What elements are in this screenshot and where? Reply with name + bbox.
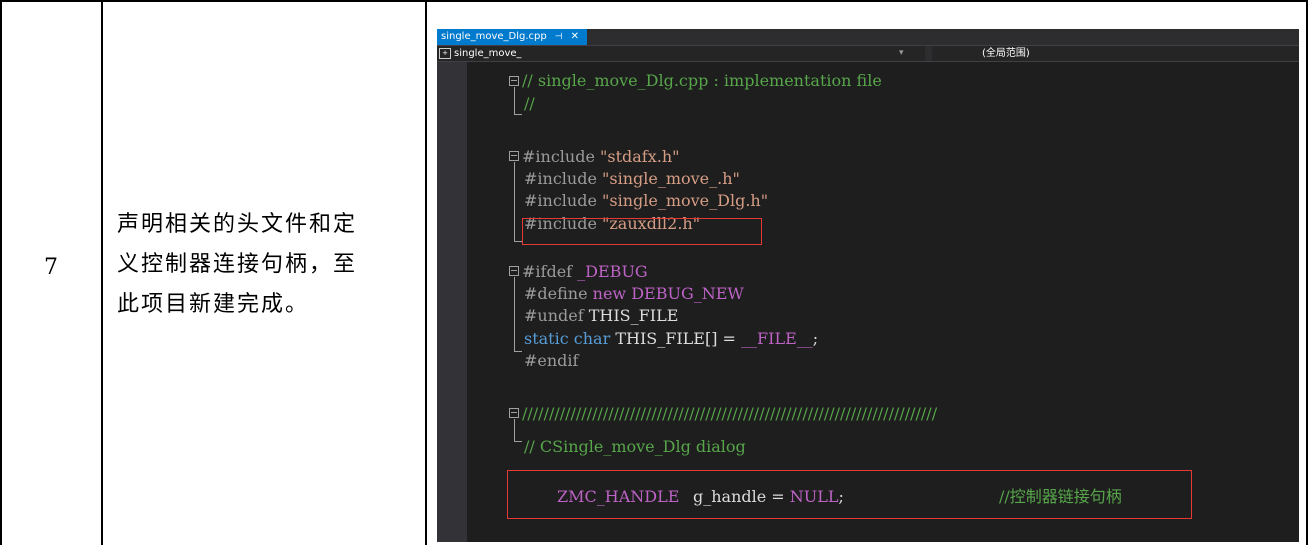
collapse-icon[interactable] xyxy=(509,151,519,161)
fold-guide xyxy=(514,351,522,352)
code-line: // CSingle_move_Dlg dialog xyxy=(524,437,746,456)
member-dropdown[interactable]: (全局范围) xyxy=(932,46,1299,61)
code-line: #ifdef _DEBUG xyxy=(522,262,648,281)
description-line: 此项目新建完成。 xyxy=(117,292,310,317)
member-label: (全局范围) xyxy=(982,48,1030,59)
fold-guide xyxy=(514,419,515,441)
fold-guide xyxy=(514,277,515,351)
fold-guide xyxy=(514,241,522,242)
instruction-table: 7 声明相关的头文件和定 义控制器连接句柄，至 此项目新建完成。 single_… xyxy=(0,0,1308,545)
editor-margin xyxy=(437,62,467,542)
code-line: #include "single_move_Dlg.h" xyxy=(524,191,769,210)
code-line: #define new DEBUG_NEW xyxy=(524,284,744,303)
fold-guide xyxy=(514,162,515,241)
scope-dropdown[interactable]: + single_move_ xyxy=(437,46,925,61)
table-top-border xyxy=(0,0,1308,2)
fold-guide xyxy=(514,114,522,115)
code-line: ////////////////////////////////////////… xyxy=(522,404,938,423)
description-line: 义控制器连接句柄，至 xyxy=(117,252,358,277)
close-icon[interactable]: ✕ xyxy=(571,29,579,45)
collapse-icon[interactable] xyxy=(509,266,519,276)
navigation-bar: + single_move_ ▾ (全局范围) xyxy=(437,45,1299,62)
table-column-divider xyxy=(425,0,427,545)
code-line: // xyxy=(524,94,535,113)
pin-icon[interactable]: ⊣ xyxy=(555,29,563,45)
scope-label: single_move_ xyxy=(454,48,522,59)
code-line: static char THIS_FILE[] = __FILE__; xyxy=(524,329,819,348)
code-line: #include "stdafx.h" xyxy=(522,147,680,166)
project-icon: + xyxy=(439,48,451,59)
include-highlight-box xyxy=(522,218,762,245)
chevron-down-icon[interactable]: ▾ xyxy=(899,46,904,61)
handle-highlight-box xyxy=(507,470,1192,519)
code-line: #include "single_move_.h" xyxy=(524,169,740,188)
ide-screenshot: single_move_Dlg.cpp ⊣ ✕ + single_move_ ▾ … xyxy=(437,29,1299,542)
tab-single-move-dlg-cpp[interactable]: single_move_Dlg.cpp ⊣ ✕ xyxy=(437,29,587,45)
fold-guide xyxy=(514,441,522,442)
collapse-icon[interactable] xyxy=(509,76,519,86)
fold-guide xyxy=(514,87,515,114)
tab-label: single_move_Dlg.cpp xyxy=(441,31,547,42)
editor-tab-bar: single_move_Dlg.cpp ⊣ ✕ xyxy=(437,29,1299,45)
code-line: #undef THIS_FILE xyxy=(524,306,679,325)
code-line: #endif xyxy=(524,351,579,370)
code-line: // single_move_Dlg.cpp : implementation … xyxy=(522,71,882,90)
description-line: 声明相关的头文件和定 xyxy=(117,212,358,237)
collapse-icon[interactable] xyxy=(509,408,519,418)
step-number: 7 xyxy=(44,255,58,280)
step-description: 声明相关的头文件和定 义控制器连接句柄，至 此项目新建完成。 xyxy=(117,205,417,325)
